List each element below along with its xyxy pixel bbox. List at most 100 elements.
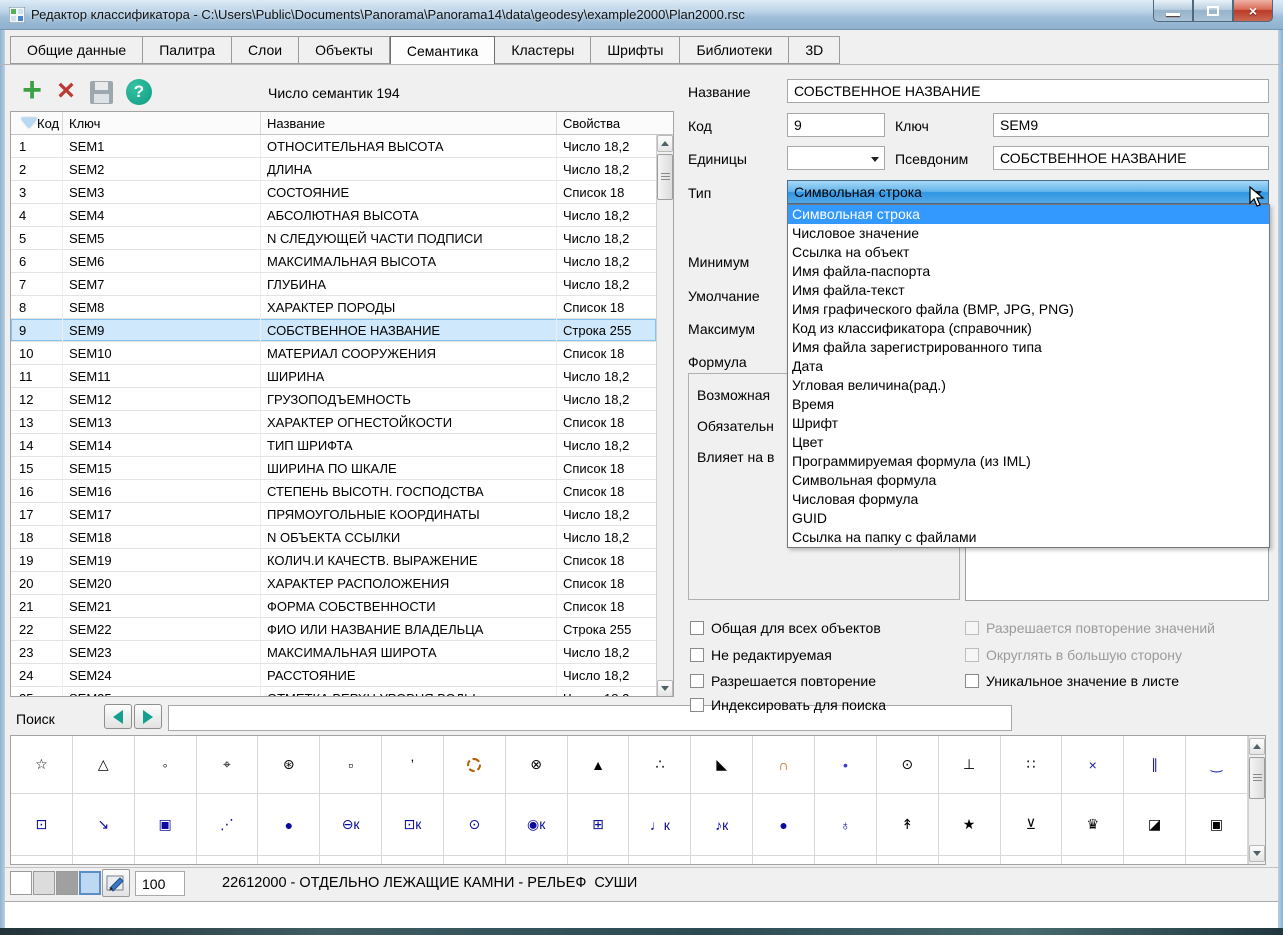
checkbox-box[interactable] (965, 674, 979, 688)
table-row[interactable]: 6SEM6МАКСИМАЛЬНАЯ ВЫСОТАЧисло 18,2 (11, 250, 656, 273)
table-row[interactable]: 16SEM16СТЕПЕНЬ ВЫСОТН. ГОСПОДСТВАСписок … (11, 480, 656, 503)
symbol-cell[interactable]: ◉к (506, 794, 568, 855)
type-option-7[interactable]: Имя файла зарегистрированного типа (788, 338, 1269, 357)
table-row[interactable]: 24SEM24РАССТОЯНИЕЧисло 18,2 (11, 664, 656, 687)
table-row[interactable]: 1SEM1ОТНОСИТЕЛЬНАЯ ВЫСОТАЧисло 18,2 (11, 135, 656, 158)
symbol-cell[interactable]: ♪к (691, 794, 753, 855)
type-option-11[interactable]: Шрифт (788, 414, 1269, 433)
checkbox-left-1[interactable]: Не редактируемая (690, 647, 832, 663)
add-semantic-button[interactable]: + (18, 78, 46, 106)
units-combobox[interactable] (787, 146, 885, 170)
table-row[interactable]: 20SEM20ХАРАКТЕР РАСПОЛОЖЕНИЯСписок 18 (11, 572, 656, 595)
checkbox-left-0[interactable]: Общая для всех объектов (690, 620, 881, 636)
table-row[interactable]: 9SEM9СОБСТВЕННОЕ НАЗВАНИЕСтрока 255 (11, 319, 656, 342)
type-option-1[interactable]: Числовое значение (788, 224, 1269, 243)
tab-0[interactable]: Общие данные (10, 36, 143, 64)
table-row[interactable]: 11SEM11ШИРИНАЧисло 18,2 (11, 365, 656, 388)
table-scrollbar[interactable] (656, 135, 673, 697)
type-combobox[interactable]: Символьная строка (787, 180, 1269, 204)
symbol-cell[interactable]: ⊛ (258, 736, 320, 793)
checkbox-right-2[interactable]: Уникальное значение в листе (965, 673, 1179, 689)
symbol-cell[interactable]: ▣ (1186, 794, 1248, 855)
tab-7[interactable]: Библиотеки (680, 36, 789, 64)
symbol-cell[interactable] (753, 856, 815, 865)
scrollbar-thumb[interactable] (1249, 757, 1265, 799)
symbol-cell[interactable]: ♩к (629, 794, 691, 855)
checkbox-left-2[interactable]: Разрешается повторение (690, 673, 876, 689)
type-option-0[interactable]: Символьная строка (788, 205, 1269, 224)
alias-input[interactable] (993, 146, 1269, 170)
table-row[interactable]: 15SEM15ШИРИНА ПО ШКАЛЕСписок 18 (11, 457, 656, 480)
symbol-cell[interactable]: ∩ (753, 736, 815, 793)
type-option-2[interactable]: Ссылка на объект (788, 243, 1269, 262)
symbol-cell[interactable] (382, 856, 444, 865)
scroll-down-button[interactable] (657, 680, 673, 697)
type-option-8[interactable]: Дата (788, 357, 1269, 376)
tab-3[interactable]: Объекты (299, 36, 390, 64)
symbol-cell[interactable]: ↟ (877, 794, 939, 855)
symbol-cell[interactable]: ⊡к (382, 794, 444, 855)
symbol-cell[interactable]: • (815, 736, 877, 793)
checkbox-box[interactable] (690, 621, 704, 635)
close-button[interactable]: × (1233, 0, 1273, 22)
type-option-5[interactable]: Имя графического файла (BMP, JPG, PNG) (788, 300, 1269, 319)
symbol-cell[interactable]: ⊙ (877, 736, 939, 793)
table-row[interactable]: 17SEM17ПРЯМОУГОЛЬНЫЕ КООРДИНАТЫЧисло 18,… (11, 503, 656, 526)
column-header-props[interactable]: Свойства (557, 112, 656, 134)
type-option-6[interactable]: Код из классификатора (справочник) (788, 319, 1269, 338)
tab-2[interactable]: Слои (232, 36, 299, 64)
symbol-cell[interactable] (258, 856, 320, 865)
symbol-cell[interactable] (11, 856, 73, 865)
symbol-cell[interactable] (691, 856, 753, 865)
symbol-cell[interactable]: ⌖ (197, 736, 259, 793)
symbol-cell[interactable] (815, 856, 877, 865)
scroll-up-button[interactable] (657, 135, 673, 152)
title-bar[interactable]: Редактор классификатора - C:\Users\Publi… (0, 0, 1283, 30)
symbol-cell[interactable] (1001, 856, 1063, 865)
table-row[interactable]: 14SEM14ТИП ШРИФТАЧисло 18,2 (11, 434, 656, 457)
symbol-cell[interactable]: △ (73, 736, 135, 793)
symbol-cell[interactable]: × (1062, 736, 1124, 793)
checkbox-box[interactable] (690, 698, 704, 712)
swatch-0[interactable] (10, 871, 32, 895)
symbol-cell[interactable] (197, 856, 259, 865)
symbol-cell[interactable]: ⋰ (197, 794, 259, 855)
search-prev-button[interactable] (104, 704, 132, 729)
symbol-cell[interactable] (1124, 856, 1186, 865)
tab-4[interactable]: Семантика (390, 36, 496, 65)
symbol-cell[interactable] (877, 856, 939, 865)
symbol-cell[interactable]: ☆ (11, 736, 73, 793)
swatch-1[interactable] (33, 871, 55, 895)
table-row[interactable]: 2SEM2ДЛИНАЧисло 18,2 (11, 158, 656, 181)
symbol-cell[interactable]: ◦ (135, 736, 197, 793)
symbol-cell[interactable]: ⊥ (939, 736, 1001, 793)
tab-8[interactable]: 3D (789, 36, 840, 64)
table-row[interactable]: 12SEM12ГРУЗОПОДЪЕМНОСТЬЧисло 18,2 (11, 388, 656, 411)
table-row[interactable]: 23SEM23МАКСИМАЛЬНАЯ ШИРОТАЧисло 18,2 (11, 641, 656, 664)
table-row[interactable]: 22SEM22ФИО ИЛИ НАЗВАНИЕ ВЛАДЕЛЬЦАСтрока … (11, 618, 656, 641)
symbol-cell[interactable]: ▣ (135, 794, 197, 855)
symbol-cell[interactable]: ⊗ (506, 736, 568, 793)
minimize-button[interactable] (1153, 0, 1193, 22)
table-row[interactable]: 25SEM25ОТМЕТКА ВЕРХН УРОВНЯ ВОДЫЧисло 18… (11, 687, 656, 697)
symbol-cell[interactable] (629, 856, 691, 865)
search-next-button[interactable] (134, 704, 162, 729)
symbol-cell[interactable]: ◪ (1124, 794, 1186, 855)
symbol-cell[interactable]: ♛ (1062, 794, 1124, 855)
swatch-2[interactable] (56, 871, 78, 895)
type-option-15[interactable]: Числовая формула (788, 490, 1269, 509)
table-row[interactable]: 4SEM4АБСОЛЮТНАЯ ВЫСОТАЧисло 18,2 (11, 204, 656, 227)
background-edit-button[interactable] (102, 869, 130, 897)
symbol-cell[interactable] (1186, 856, 1248, 865)
scale-input[interactable] (135, 871, 185, 896)
type-option-9[interactable]: Угловая величина(рад.) (788, 376, 1269, 395)
symbol-cell[interactable]: ▫ (320, 736, 382, 793)
type-option-13[interactable]: Программируемая формула (из IML) (788, 452, 1269, 471)
type-option-14[interactable]: Символьная формула (788, 471, 1269, 490)
symbol-cell[interactable] (1062, 856, 1124, 865)
name-input[interactable] (787, 79, 1269, 103)
symbol-cell[interactable] (444, 736, 506, 793)
table-row[interactable]: 21SEM21ФОРМА СОБСТВЕННОСТИСписок 18 (11, 595, 656, 618)
symbol-cell[interactable]: ◣ (691, 736, 753, 793)
column-header-code[interactable]: Код (11, 112, 63, 134)
